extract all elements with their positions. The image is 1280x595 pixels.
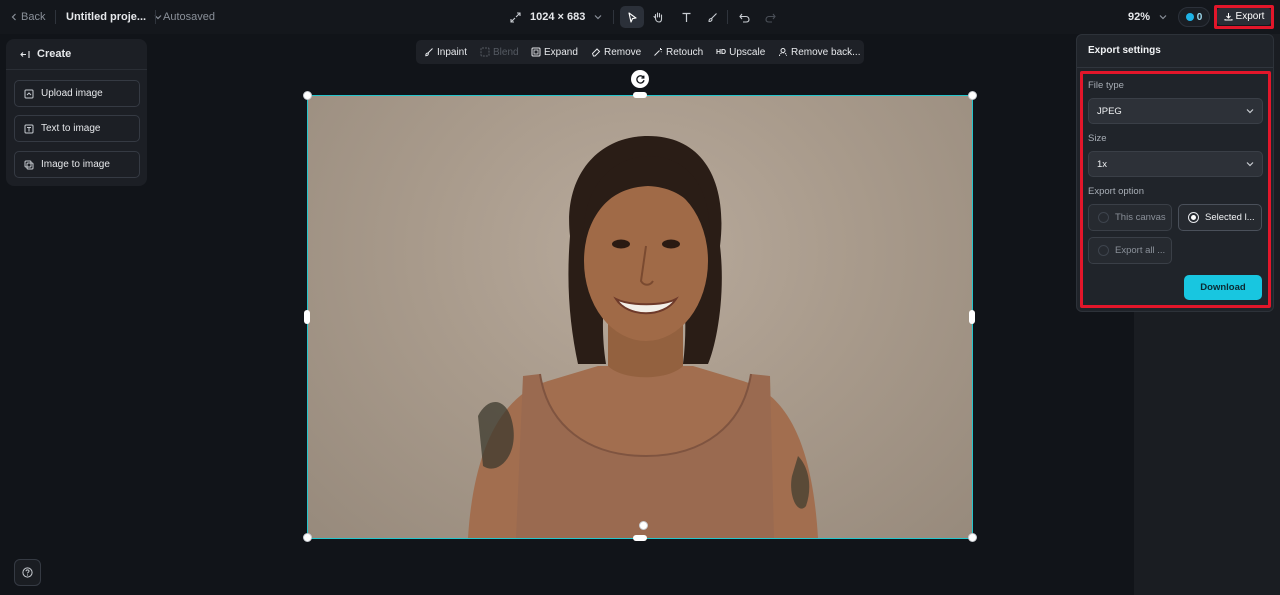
rotate-icon xyxy=(635,74,645,84)
help-icon xyxy=(22,567,33,578)
magic-wand-icon xyxy=(654,48,662,56)
project-title: Untitled proje... xyxy=(66,11,147,23)
edit-toolbar: Inpaint Blend Expand Remove Retouch HD U… xyxy=(416,40,864,64)
upload-image-button[interactable]: Upload image xyxy=(14,80,140,107)
image-to-image-button[interactable]: Image to image xyxy=(14,151,140,178)
remove-label: Remove xyxy=(604,46,642,58)
cursor-arrow-icon xyxy=(627,11,637,23)
credits-badge[interactable]: 0 xyxy=(1178,7,1210,27)
text-to-image-button[interactable]: Text to image xyxy=(14,115,140,142)
credits-count: 0 xyxy=(1196,11,1203,23)
divider xyxy=(1077,67,1273,68)
selection-box[interactable] xyxy=(307,95,973,539)
remove-background-button[interactable]: Remove back... xyxy=(778,40,860,64)
divider xyxy=(727,10,728,24)
blend-button[interactable]: Blend xyxy=(480,40,519,64)
expand-icon xyxy=(531,47,541,57)
resize-handle-bottom[interactable] xyxy=(633,535,647,541)
text-icon xyxy=(24,124,34,133)
text-tool[interactable] xyxy=(674,6,698,28)
credit-coin-icon xyxy=(1185,13,1194,21)
resize-handle-bottom-right[interactable] xyxy=(968,533,977,542)
resize-handle-top[interactable] xyxy=(633,92,647,98)
back-button[interactable]: Back xyxy=(10,0,45,34)
upscale-button[interactable]: HD Upscale xyxy=(716,40,765,64)
select-tool[interactable] xyxy=(620,6,644,28)
resize-handle-bottom-left[interactable] xyxy=(303,533,312,542)
canvas-size: 1024 × 683 xyxy=(530,11,586,23)
highlight-box xyxy=(1080,71,1271,308)
upscale-label: Upscale xyxy=(729,46,766,58)
move-handle[interactable] xyxy=(639,521,648,530)
brush-icon xyxy=(425,48,433,57)
text-to-image-label: Text to image xyxy=(41,123,101,134)
blend-label: Blend xyxy=(493,46,519,58)
back-label: Back xyxy=(21,11,46,23)
hand-tool[interactable] xyxy=(646,6,670,28)
resize-handle-right[interactable] xyxy=(969,310,975,324)
collapse-icon xyxy=(20,50,30,58)
upload-icon xyxy=(24,89,34,98)
retouch-button[interactable]: Retouch xyxy=(653,40,703,64)
chevron-left-icon xyxy=(11,13,16,21)
top-bar: Back Untitled proje... Autosaved 1024 × … xyxy=(0,0,1280,34)
canvas-size-dropdown[interactable]: 1024 × 683 xyxy=(510,0,602,34)
undo-button[interactable] xyxy=(732,6,756,28)
image-to-image-label: Image to image xyxy=(41,159,110,170)
image-icon xyxy=(24,160,34,169)
expand-button[interactable]: Expand xyxy=(531,40,578,64)
redo-icon xyxy=(764,13,776,23)
retouch-label: Retouch xyxy=(666,46,704,58)
eraser-icon xyxy=(591,48,601,57)
upload-image-label: Upload image xyxy=(41,88,103,99)
create-panel-title: Create xyxy=(37,48,72,60)
hd-icon: HD xyxy=(716,48,727,56)
remove-bg-icon xyxy=(779,48,787,57)
undo-icon xyxy=(738,13,750,23)
expand-label: Expand xyxy=(544,46,578,58)
resize-handle-left[interactable] xyxy=(304,310,310,324)
brush-tool[interactable] xyxy=(700,6,724,28)
redo-button[interactable] xyxy=(758,6,782,28)
divider xyxy=(55,10,56,24)
rotate-handle[interactable] xyxy=(631,70,649,88)
inpaint-button[interactable]: Inpaint xyxy=(424,40,467,64)
inpaint-label: Inpaint xyxy=(437,46,468,58)
create-panel: Create Upload image Text to image Image … xyxy=(6,39,147,186)
chevron-down-icon xyxy=(1159,15,1167,20)
blend-icon xyxy=(480,47,490,57)
resize-handle-top-left[interactable] xyxy=(303,91,312,100)
export-settings-title: Export settings xyxy=(1088,45,1161,56)
highlight-box xyxy=(1214,5,1274,29)
project-title-dropdown[interactable]: Untitled proje... xyxy=(66,0,162,34)
create-panel-header[interactable]: Create xyxy=(6,39,147,70)
zoom-dropdown[interactable]: 92% xyxy=(1128,0,1167,34)
save-status: Autosaved xyxy=(163,11,215,23)
zoom-level: 92% xyxy=(1128,11,1151,23)
divider xyxy=(155,10,156,24)
resize-icon xyxy=(510,11,521,23)
divider xyxy=(613,10,614,24)
remove-button[interactable]: Remove xyxy=(591,40,641,64)
chevron-down-icon xyxy=(594,15,602,20)
resize-handle-top-right[interactable] xyxy=(968,91,977,100)
hand-icon xyxy=(653,12,663,23)
brush-icon xyxy=(707,12,717,22)
help-button[interactable] xyxy=(14,559,41,586)
remove-background-label: Remove back... xyxy=(791,46,861,58)
text-icon xyxy=(682,12,690,22)
